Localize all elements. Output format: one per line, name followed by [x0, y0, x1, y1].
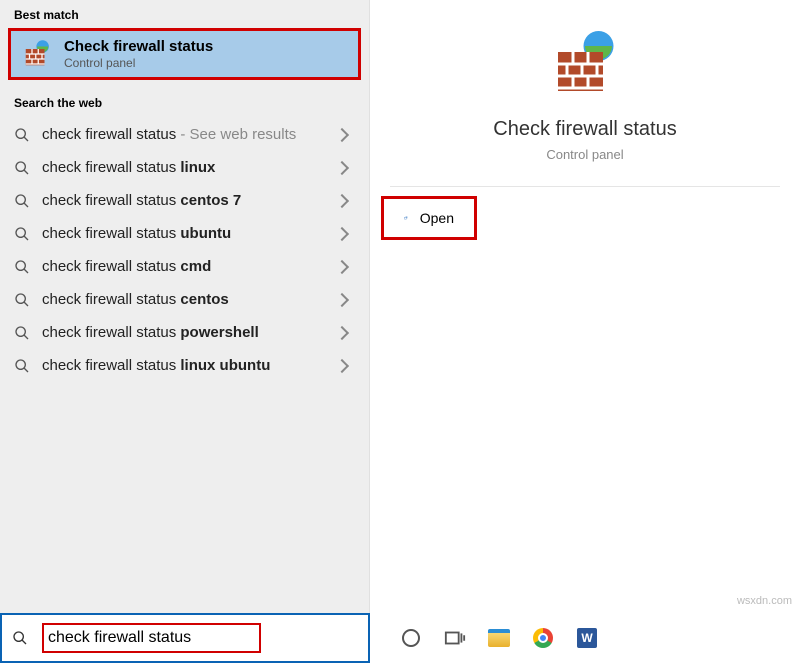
open-icon: [404, 209, 408, 227]
word-icon[interactable]: W: [576, 627, 598, 649]
section-best-match-header: Best match: [0, 0, 369, 28]
task-view-icon[interactable]: [444, 627, 466, 649]
taskbar: W: [370, 613, 800, 663]
search-icon: [14, 358, 30, 374]
taskbar-row: W: [0, 613, 800, 663]
chevron-right-icon: [335, 325, 349, 339]
details-title: Check firewall status: [493, 118, 676, 141]
search-icon: [14, 259, 30, 275]
search-results-panel: Best match Check firewall status Control…: [0, 0, 370, 613]
web-result[interactable]: check firewall status linux: [0, 151, 369, 184]
firewall-icon: [22, 39, 52, 69]
search-box[interactable]: [0, 613, 370, 663]
web-result[interactable]: check firewall status ubuntu: [0, 217, 369, 250]
search-query-highlight: [42, 623, 261, 653]
web-result[interactable]: check firewall status linux ubuntu: [0, 349, 369, 382]
section-web-header: Search the web: [0, 88, 369, 116]
search-input[interactable]: [46, 625, 257, 651]
search-icon: [14, 226, 30, 242]
best-match-title: Check firewall status: [64, 38, 213, 55]
firewall-icon: [549, 28, 621, 100]
chevron-right-icon: [335, 127, 349, 141]
cortana-icon[interactable]: [400, 627, 422, 649]
search-icon: [12, 630, 28, 646]
search-icon: [14, 160, 30, 176]
best-match-result[interactable]: Check firewall status Control panel: [8, 28, 361, 80]
chevron-right-icon: [335, 292, 349, 306]
search-icon: [14, 193, 30, 209]
file-explorer-icon[interactable]: [488, 627, 510, 649]
web-result[interactable]: check firewall status powershell: [0, 316, 369, 349]
details-panel: Check firewall status Control panel Open: [370, 0, 800, 613]
search-icon: [14, 292, 30, 308]
search-icon: [14, 127, 30, 143]
chevron-right-icon: [335, 160, 349, 174]
web-result[interactable]: check firewall status - See web results: [0, 118, 369, 151]
web-result[interactable]: check firewall status centos: [0, 283, 369, 316]
chevron-right-icon: [335, 358, 349, 372]
open-label: Open: [420, 210, 454, 226]
divider: [390, 186, 780, 187]
web-result[interactable]: check firewall status centos 7: [0, 184, 369, 217]
chevron-right-icon: [335, 193, 349, 207]
web-results-list: check firewall status - See web results …: [0, 118, 369, 382]
open-action[interactable]: Open: [384, 199, 474, 237]
chevron-right-icon: [335, 259, 349, 273]
search-icon: [14, 325, 30, 341]
web-result[interactable]: check firewall status cmd: [0, 250, 369, 283]
chrome-icon[interactable]: [532, 627, 554, 649]
chevron-right-icon: [335, 226, 349, 240]
watermark: wsxdn.com: [737, 595, 792, 607]
best-match-subtitle: Control panel: [64, 56, 213, 70]
details-subtitle: Control panel: [546, 147, 623, 162]
